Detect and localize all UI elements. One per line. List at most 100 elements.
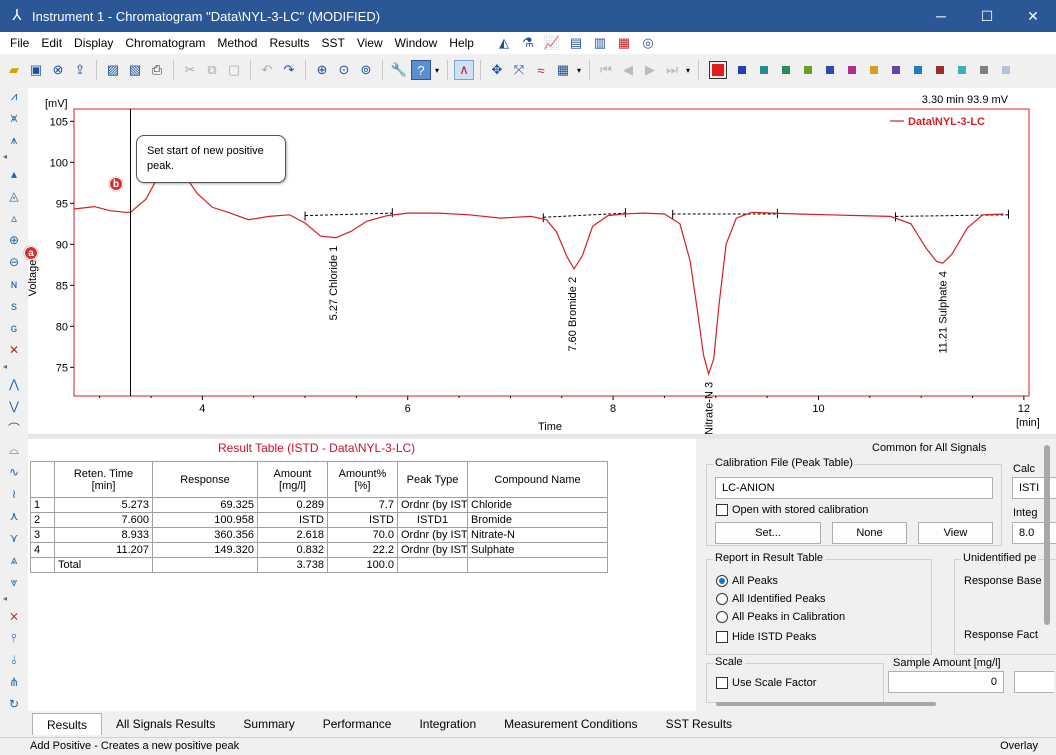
menu-window[interactable]: Window [389,32,444,54]
peak-b-icon[interactable]: ◬ [3,186,25,206]
split-icon[interactable]: ⫯ [3,628,25,648]
menu-results[interactable]: Results [263,32,315,54]
color-swatch[interactable] [1002,66,1010,74]
color-swatch[interactable] [848,66,856,74]
tangent-icon[interactable]: ⋔ [3,672,25,692]
peak-f-icon[interactable]: ⌒ [3,418,25,438]
hide-istd-option[interactable]: Hide ISTD Peaks [716,631,816,643]
image-icon[interactable]: ▨ [103,60,123,80]
column-header[interactable]: Reten. Time [min] [54,461,153,498]
right-panel-hscrollbar[interactable] [716,702,936,706]
integration-3-icon[interactable]: ⩚ [3,130,25,150]
color-swatch[interactable] [760,66,768,74]
column-header[interactable]: Response [152,461,258,498]
calibration-icon[interactable]: ◭ [494,33,514,53]
open-stored-calibration-option[interactable]: Open with stored calibration [716,504,868,516]
remove-icon[interactable]: ⨯ [3,606,25,626]
toolbar-collapse-icon[interactable]: ◂ [3,152,25,162]
maximize-button[interactable]: ☐ [964,0,1010,32]
report-identified-option[interactable]: All Identified Peaks [716,593,826,605]
use-scale-option[interactable]: Use Scale Factor [716,677,816,689]
color-swatch[interactable] [826,66,834,74]
extra-icon[interactable]: ↻ [3,694,25,714]
chart-edit-icon[interactable]: ▤ [566,33,586,53]
table-row[interactable]: 1 5.273 69.325 0.289 7.7 Ordnr (by IST Chlorid… [30,497,608,513]
result-table[interactable]: Reten. Time [min] Response Amount [mg/l] Am… [30,461,608,573]
report-icon[interactable]: ⚗ [518,33,538,53]
peak-d-icon[interactable]: ⋀ [3,374,25,394]
use-scale-checkbox[interactable] [716,677,728,689]
minimize-button[interactable]: ─ [918,0,964,32]
undo-icon[interactable]: ↶ [257,60,277,80]
column-header[interactable]: Compound Name [467,461,608,498]
valley-g-icon[interactable]: ɢ [3,318,25,338]
close-icon[interactable]: ⊗ [48,60,68,80]
export-icon[interactable]: ⇪ [70,60,90,80]
zoom-reset-icon[interactable]: ⊙ [334,60,354,80]
color-swatch[interactable] [936,66,944,74]
toolbar-collapse-icon[interactable]: ◂ [3,594,25,604]
table-row[interactable]: 3 8.933 360.356 2.618 70.0 Ordnr (by IST Nitra… [30,527,608,543]
report-in-calibration-option[interactable]: All Peaks in Calibration [716,611,845,623]
fit-icon[interactable]: ⤧ [509,60,529,80]
color-swatch[interactable] [892,66,900,74]
dropdown-arrow-icon[interactable]: ▾ [684,60,692,80]
menu-view[interactable]: View [351,32,389,54]
baseline-icon[interactable]: ≈ [531,60,551,80]
add-negative-icon[interactable]: ⊖ [3,252,25,272]
view-button[interactable]: View [918,522,993,544]
color-swatch-selected[interactable] [709,61,727,79]
pan-icon[interactable]: ✥ [487,60,507,80]
tab-performance[interactable]: Performance [309,713,406,735]
merge-icon[interactable]: ⫰ [3,650,25,670]
color-swatch[interactable] [804,66,812,74]
sample-amount-field[interactable]: 0 [888,671,1004,693]
peak-c-icon[interactable]: ▵ [3,208,25,228]
dropdown-arrow-icon[interactable]: ▾ [433,60,441,80]
toolbar-collapse-icon[interactable]: ◂ [3,362,25,372]
menu-edit[interactable]: Edit [35,32,68,54]
peak-a-icon[interactable]: ▴ [3,164,25,184]
color-swatch[interactable] [738,66,746,74]
right-panel-scrollbar[interactable] [1042,445,1052,625]
table-row[interactable]: 2 7.600 100.958 ISTD ISTD ISTD1 Bromide [30,512,608,528]
cut-icon[interactable]: ✂ [180,60,200,80]
integration-2-icon[interactable]: ⩙ [3,108,25,128]
set-button[interactable]: Set... [715,522,821,544]
save-icon[interactable]: ▣ [26,60,46,80]
peak-h-icon[interactable]: ∿ [3,462,25,482]
tab-summary[interactable]: Summary [229,713,308,735]
report-identified-radio[interactable] [716,593,728,605]
dropdown-arrow-icon[interactable]: ▾ [575,60,583,80]
delete-peak-icon[interactable]: ✕ [3,340,25,360]
peak-g-icon[interactable]: ⌓ [3,440,25,460]
color-swatch[interactable] [782,66,790,74]
color-swatch[interactable] [870,66,878,74]
tab-results[interactable]: Results [32,713,103,735]
open-stored-checkbox[interactable] [716,504,728,516]
table-icon[interactable]: ▦ [553,60,573,80]
wrench-icon[interactable]: 🔧 [389,60,409,80]
peak-k-icon[interactable]: ⋎ [3,528,25,548]
tab-integration[interactable]: Integration [405,713,490,735]
menu-chromatogram[interactable]: Chromatogram [119,32,211,54]
table-row[interactable]: 4 11.207 149.320 0.832 22.2 Ordnr (by IST Sulp… [30,542,608,558]
prev-icon[interactable]: ◀ [618,60,638,80]
peak-j-icon[interactable]: ⋏ [3,506,25,526]
color-swatch[interactable] [914,66,922,74]
settings-icon[interactable]: ◎ [638,33,658,53]
redo-icon[interactable]: ↷ [279,60,299,80]
column-header[interactable]: Peak Type [397,461,468,498]
peak-mode-icon[interactable]: ∧ [454,60,474,80]
peak-e-icon[interactable]: ⋁ [3,396,25,416]
help-icon[interactable]: ? [411,60,431,80]
copy-icon[interactable]: ⧉ [202,60,222,80]
tab-all-signals-results[interactable]: All Signals Results [102,713,229,735]
extra-field[interactable] [1014,671,1054,693]
scrollbar-thumb[interactable] [1044,445,1050,625]
tab-sst-results[interactable]: SST Results [652,713,746,735]
report-all-peaks-option[interactable]: All Peaks [716,575,778,587]
first-icon[interactable]: ⏮ [596,60,616,80]
menu-help[interactable]: Help [443,32,480,54]
column-header[interactable]: Amount [mg/l] [257,461,328,498]
